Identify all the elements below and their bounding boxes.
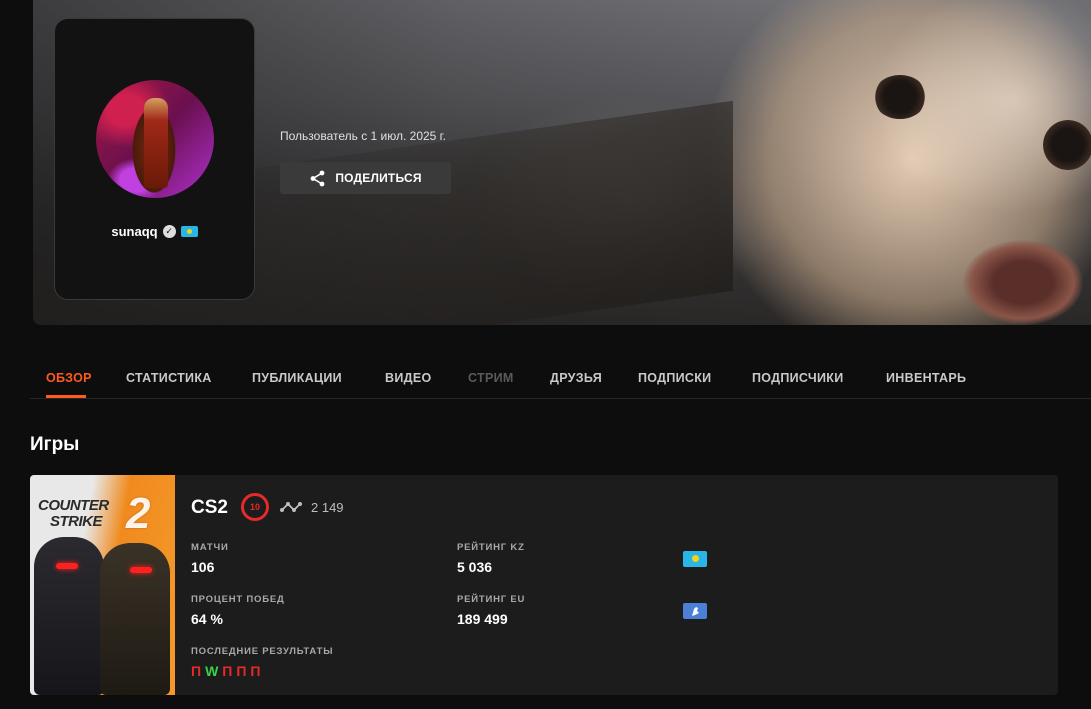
elo-value: 2 149	[311, 500, 344, 515]
rating-eu-value: 189 499	[457, 611, 508, 627]
winrate-value: 64 %	[191, 611, 223, 627]
kazakhstan-flag-icon	[683, 551, 707, 567]
share-icon	[310, 170, 325, 186]
cover-soldier	[100, 543, 170, 695]
tab-video[interactable]: ВИДЕО	[385, 371, 431, 385]
europe-region-icon	[683, 603, 707, 619]
verified-check-icon: ✓	[162, 224, 176, 238]
cover-goggles	[56, 563, 78, 569]
member-since-text: Пользователь с 1 июл. 2025 г.	[280, 129, 446, 143]
result-loss: П	[222, 663, 233, 679]
matches-value: 106	[191, 559, 215, 575]
tab-statistics[interactable]: СТАТИСТИКА	[126, 371, 212, 385]
rating-eu-label: РЕЙТИНГ EU	[457, 594, 526, 605]
profile-tabs: ОБЗОР СТАТИСТИКА ПУБЛИКАЦИИ ВИДЕО СТРИМ …	[30, 360, 1091, 399]
avatar-figure	[144, 98, 168, 188]
username-row: sunaqq ✓	[55, 222, 254, 240]
tab-inventory[interactable]: ИНВЕНТАРЬ	[886, 371, 966, 385]
recent-results: П W П П П	[191, 663, 260, 679]
kazakhstan-flag-icon	[180, 225, 198, 237]
share-button-label: ПОДЕЛИТЬСЯ	[335, 171, 422, 185]
tab-friends[interactable]: ДРУЗЬЯ	[550, 371, 602, 385]
skill-level-value: 10	[249, 502, 260, 512]
recent-results-label: ПОСЛЕДНИЕ РЕЗУЛЬТАТЫ	[191, 646, 334, 657]
game-name: CS2	[191, 497, 228, 518]
rating-kz-label: РЕЙТИНГ KZ	[457, 542, 525, 553]
tab-overview[interactable]: ОБЗОР	[46, 371, 92, 385]
result-loss: П	[250, 663, 261, 679]
elo-graph-icon	[280, 502, 302, 512]
winrate-label: ПРОЦЕНТ ПОБЕД	[191, 594, 285, 605]
rating-kz-value: 5 036	[457, 559, 493, 575]
tab-subscriptions[interactable]: ПОДПИСКИ	[638, 371, 711, 385]
cover-number: 2	[126, 489, 151, 538]
tab-subscribers[interactable]: ПОДПИСЧИКИ	[752, 371, 844, 385]
active-tab-indicator	[46, 395, 86, 398]
share-button[interactable]: ПОДЕЛИТЬСЯ	[280, 162, 451, 194]
europe-map-icon	[692, 607, 699, 616]
profile-card: sunaqq ✓	[54, 18, 255, 300]
games-section-title: Игры	[30, 434, 80, 455]
skill-level-badge: 10	[241, 493, 269, 521]
cover-title-line1: COUNTER	[38, 497, 109, 514]
game-cover-image[interactable]: COUNTER STRIKE 2	[30, 475, 175, 695]
game-card-cs2[interactable]: COUNTER STRIKE 2 CS2 10 2 149 МАТЧИ 106 …	[30, 475, 1058, 695]
tab-stream[interactable]: СТРИМ	[468, 371, 514, 385]
result-loss: П	[191, 663, 202, 679]
username: sunaqq	[111, 223, 158, 239]
cover-soldier	[34, 537, 104, 695]
result-loss: П	[236, 663, 247, 679]
matches-label: МАТЧИ	[191, 542, 229, 553]
tab-publications[interactable]: ПУБЛИКАЦИИ	[252, 371, 342, 385]
avatar[interactable]	[96, 80, 214, 198]
result-win: W	[205, 663, 219, 679]
cover-goggles	[130, 567, 152, 573]
cover-title-line2: STRIKE	[50, 513, 103, 530]
